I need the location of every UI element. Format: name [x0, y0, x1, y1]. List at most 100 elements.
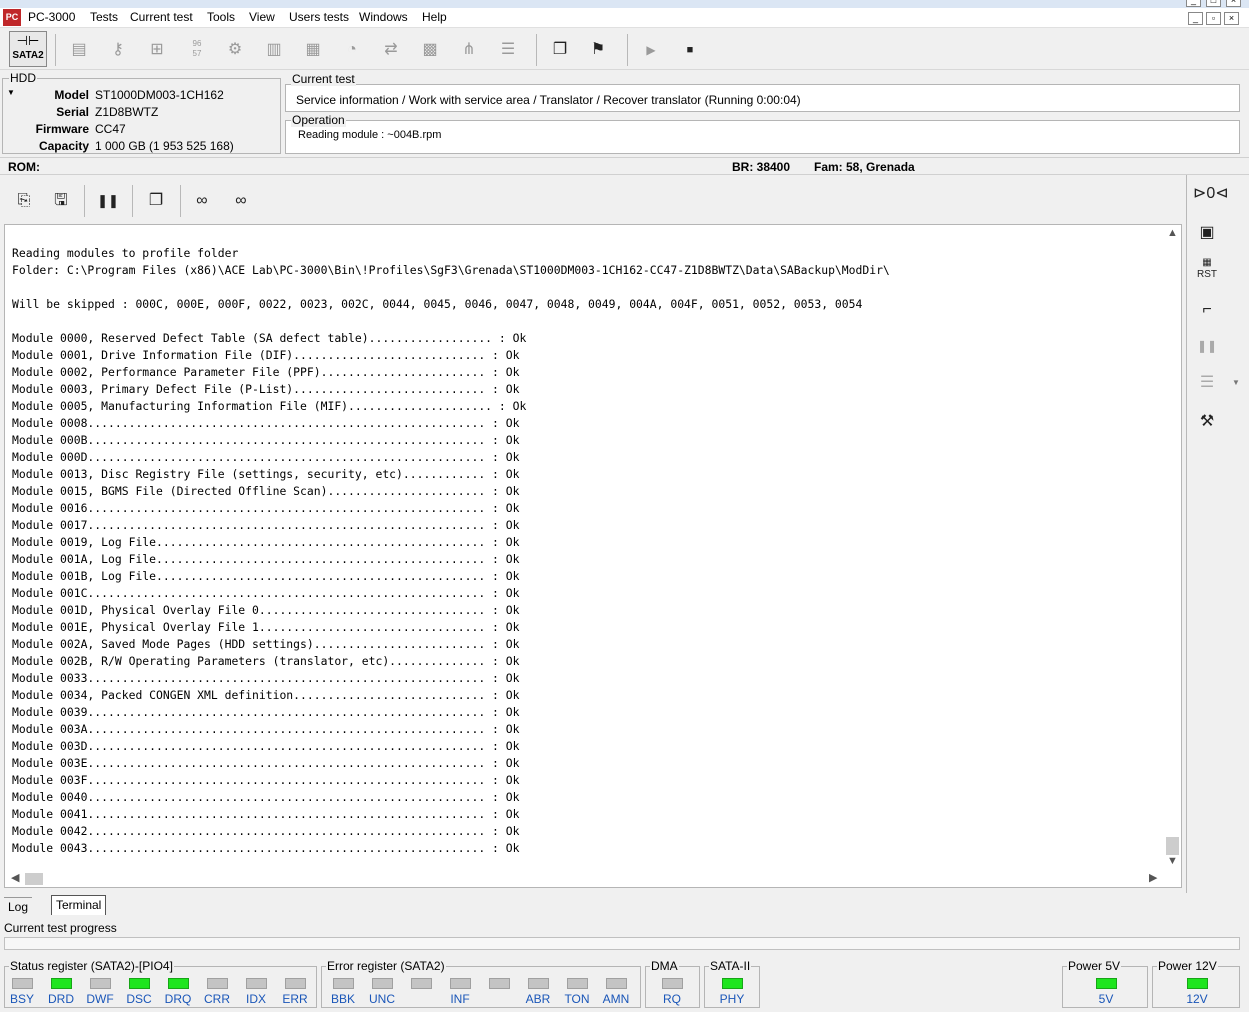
register-flag-label: CRR	[204, 992, 230, 1006]
dma-group: DMA RQ	[645, 960, 700, 1008]
child-restore-icon[interactable]: ▫	[1206, 12, 1221, 25]
pcb-icon[interactable]: ⌐	[1193, 297, 1221, 323]
led-indicator	[284, 978, 306, 989]
toolbar-separator	[132, 185, 133, 217]
scroll-down-icon[interactable]: ▼	[1167, 855, 1178, 867]
power-12v-group: Power 12V 12V	[1152, 960, 1240, 1008]
register-flag-abr: ABR	[523, 978, 553, 1007]
hdd-firmware-row: Firmware CC47	[3, 122, 281, 139]
log-output[interactable]: Reading modules to profile folder Folder…	[4, 224, 1182, 888]
horizontal-scroll-thumb[interactable]	[25, 873, 43, 885]
register-flag-bsy: BSY	[7, 978, 37, 1007]
sa-module-icon[interactable]: ▣	[1193, 220, 1221, 246]
register-flag-amn: AMN	[601, 978, 631, 1007]
register-flag-label: RQ	[663, 992, 681, 1006]
register-flag-dsc: DSC	[124, 978, 154, 1007]
disk-icon[interactable]: ◔	[341, 39, 363, 61]
led-indicator	[527, 978, 549, 989]
menu-view[interactable]: View	[249, 10, 275, 24]
operation-text: Reading module : ~004B.rpm	[298, 129, 442, 141]
find-next-icon[interactable]: ∞	[229, 189, 253, 213]
copy-windows-icon[interactable]: ❐	[549, 39, 571, 61]
register-flag-bbk: BBK	[328, 978, 358, 1007]
gear-icon[interactable]: ⚙	[224, 39, 246, 61]
horizontal-scrollbar[interactable]: ◀ ▶	[5, 870, 1165, 887]
status-register-title: Status register (SATA2)-[PIO4]	[9, 959, 174, 973]
register-flag-idx: IDX	[241, 978, 271, 1007]
vertical-scrollbar[interactable]: ▲ ▼	[1164, 225, 1181, 870]
scroll-right-icon[interactable]: ▶	[1149, 871, 1157, 884]
led-indicator	[332, 978, 354, 989]
menu-users-tests[interactable]: Users tests	[289, 10, 349, 24]
register-flag-phy: PHY	[717, 978, 747, 1007]
exit-run-icon[interactable]: ⚑	[587, 39, 609, 61]
tree-icon[interactable]: ⋔	[458, 39, 480, 61]
play-icon[interactable]: ▶	[640, 39, 662, 61]
report-icon[interactable]: ▤	[68, 39, 90, 61]
toolbar-separator	[84, 185, 85, 217]
sata-port-button[interactable]: ⊣⊢ SATA2	[9, 31, 47, 67]
led-indicator	[605, 978, 627, 989]
toolbar-separator	[627, 34, 628, 66]
operation-panel: Operation Reading module : ~004B.rpm	[285, 114, 1240, 154]
register-flag-label: 12V	[1186, 992, 1208, 1006]
family-value: Fam: 58, Grenada	[814, 160, 915, 174]
register-flag-label: BBK	[330, 992, 355, 1006]
led-indicator	[371, 978, 393, 989]
side-pause-icon[interactable]: ❚❚	[1193, 333, 1221, 359]
scroll-left-icon[interactable]: ◀	[11, 871, 19, 884]
window-minimize-icon[interactable]: _	[1186, 0, 1201, 7]
settings-icon[interactable]: ☰	[1193, 370, 1221, 396]
hdd-capacity-value: 1 000 GB (1 953 525 168)	[95, 139, 234, 153]
network-icon[interactable]: ⊞	[146, 39, 168, 61]
menu-tests[interactable]: Tests	[90, 10, 118, 24]
rom-info-bar: ROM: BR: 38400 Fam: 58, Grenada	[0, 157, 1249, 175]
translator-icon[interactable]: ⇄	[380, 39, 402, 61]
register-flag-label: TON	[564, 992, 590, 1006]
register-flag-dwf: DWF	[85, 978, 115, 1007]
power-icon[interactable]: ⊳0⊲	[1193, 181, 1229, 207]
hdd-model-label: Model	[54, 88, 89, 102]
register-flag-drd: DRD	[46, 978, 76, 1007]
window-maximize-icon[interactable]: □	[1206, 0, 1221, 7]
dma-title: DMA	[650, 959, 679, 973]
tab-terminal[interactable]: Terminal	[51, 895, 107, 915]
save-module-icon[interactable]: 🖫	[49, 189, 73, 213]
baud-rate-icon[interactable]: 96 57	[186, 39, 208, 61]
window-close-icon[interactable]: ×	[1226, 0, 1241, 7]
key-icon[interactable]: ⚷	[107, 39, 129, 61]
open-module-icon[interactable]: ⎘	[12, 189, 36, 213]
hdd-firmware-label: Firmware	[35, 122, 89, 136]
tools-icon[interactable]: ⚒	[1193, 409, 1221, 435]
hdd-info-panel: HDD ▼ Model ST1000DM003-1CH162 Serial Z1…	[2, 72, 281, 154]
grid-icon[interactable]: ▩	[419, 39, 441, 61]
child-close-icon[interactable]: ×	[1224, 12, 1239, 25]
list-icon[interactable]: ☰	[497, 39, 519, 61]
copy-icon[interactable]: ❐	[144, 189, 168, 213]
vertical-scroll-thumb[interactable]	[1166, 837, 1179, 855]
stop-icon[interactable]: ■	[679, 39, 701, 61]
chip-icon[interactable]: ▥	[263, 39, 285, 61]
menu-tools[interactable]: Tools	[207, 10, 235, 24]
register-flag-rq: RQ	[657, 978, 687, 1007]
menu-current-test[interactable]: Current test	[130, 10, 193, 24]
register-flag-err: ERR	[280, 978, 310, 1007]
tab-log[interactable]: Log	[4, 897, 33, 917]
register-flag-label: DSC	[126, 992, 152, 1006]
register-flag-label: BSY	[9, 992, 34, 1006]
register-flag-drq: DRQ	[163, 978, 193, 1007]
reset-icon[interactable]: ▦ RST	[1193, 257, 1221, 283]
menu-bar: PC PC-3000 Tests Current test Tools View…	[0, 8, 1249, 28]
led-indicator	[410, 978, 432, 989]
menu-windows[interactable]: Windows	[359, 10, 408, 24]
register-flag-label: DRQ	[164, 992, 192, 1006]
hdd-map-icon[interactable]: ▦	[302, 39, 324, 61]
find-icon[interactable]: ∞	[190, 189, 214, 213]
menu-help[interactable]: Help	[422, 10, 447, 24]
child-minimize-icon[interactable]: _	[1188, 12, 1203, 25]
led-indicator	[89, 978, 111, 989]
scroll-up-icon[interactable]: ▲	[1167, 227, 1178, 239]
log-text: Reading modules to profile folder Folder…	[12, 246, 890, 855]
pause-icon[interactable]: ❚❚	[96, 189, 120, 213]
side-dropdown-icon[interactable]: ▼	[1232, 378, 1240, 387]
